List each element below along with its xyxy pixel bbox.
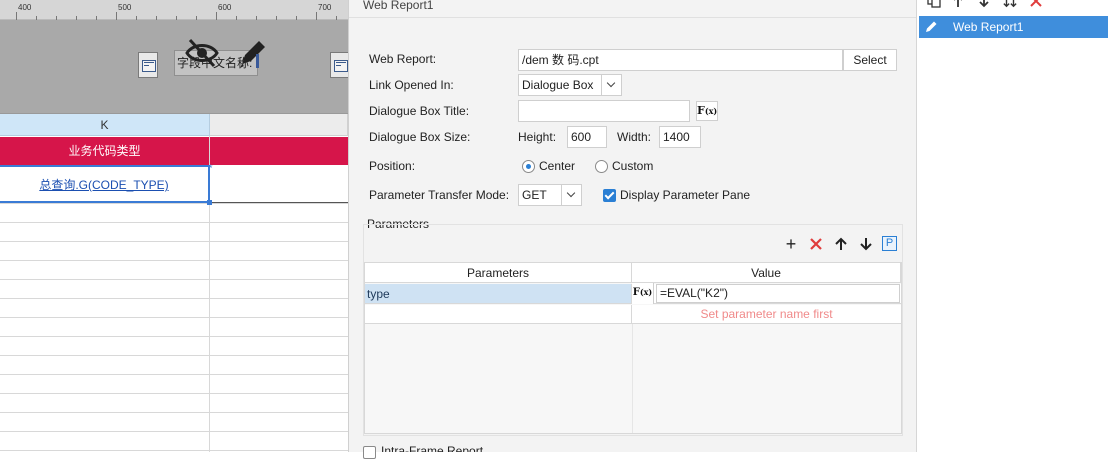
height-input[interactable]: 600 bbox=[567, 126, 607, 148]
cell-marker-icon: * bbox=[209, 163, 213, 173]
hyperlink-list-panel: Web Report1 bbox=[916, 0, 1108, 452]
ruler-label: 400 bbox=[18, 3, 32, 12]
chevron-down-icon bbox=[561, 185, 581, 205]
value-column-header[interactable]: Value bbox=[632, 263, 901, 283]
position-custom-label[interactable]: Custom bbox=[612, 159, 653, 173]
delete-icon[interactable] bbox=[808, 236, 824, 252]
width-label: Width: bbox=[617, 130, 652, 144]
position-label: Position: bbox=[369, 159, 416, 173]
height-label: Height: bbox=[518, 130, 557, 144]
parameters-column-header[interactable]: Parameters bbox=[365, 263, 632, 283]
position-custom-radio[interactable] bbox=[595, 160, 608, 173]
selected-cell[interactable]: 总查询.G(CODE_TYPE) bbox=[0, 165, 210, 203]
pencil-icon bbox=[926, 21, 937, 32]
widget-combo-icon-2[interactable] bbox=[330, 52, 348, 78]
widget-combo-icon[interactable] bbox=[138, 52, 158, 78]
parameter-p-icon[interactable]: P bbox=[882, 236, 897, 251]
link-opened-select[interactable]: Dialogue Box bbox=[518, 74, 622, 96]
ruler-label: 700 bbox=[318, 3, 332, 12]
width-input[interactable]: 1400 bbox=[659, 126, 701, 148]
delete-icon[interactable] bbox=[1029, 0, 1043, 8]
column-header-k[interactable]: K bbox=[0, 114, 210, 136]
dialog-box-title-input[interactable] bbox=[518, 100, 690, 122]
param-value-placeholder[interactable]: Set parameter name first bbox=[632, 305, 901, 324]
transfer-mode-select[interactable]: GET bbox=[518, 184, 582, 206]
transfer-mode-label: Parameter Transfer Mode: bbox=[369, 188, 510, 202]
dialog-title: Web Report1 bbox=[363, 0, 434, 12]
header-cell[interactable]: 业务代码类型 bbox=[0, 137, 209, 165]
move-down-icon[interactable] bbox=[858, 236, 874, 252]
dialog-box-size-label: Dialogue Box Size: bbox=[369, 130, 471, 144]
link-opened-value: Dialogue Box bbox=[522, 78, 594, 92]
move-up-icon[interactable] bbox=[951, 0, 965, 8]
sort-icon[interactable] bbox=[1003, 0, 1017, 8]
horizontal-ruler: 400 500 600 700 bbox=[0, 0, 348, 20]
chevron-down-icon bbox=[601, 75, 621, 95]
param-name-cell-empty[interactable] bbox=[365, 305, 632, 324]
display-pane-label[interactable]: Display Parameter Pane bbox=[620, 188, 750, 202]
text-cursor bbox=[256, 54, 259, 68]
hyperlink-item-web-report1[interactable]: Web Report1 bbox=[919, 16, 1108, 38]
dialog-box-title-label: Dialogue Box Title: bbox=[369, 104, 470, 118]
intra-frame-label[interactable]: Intra-Frame Report bbox=[381, 445, 483, 452]
web-report-dialog: Web Report1 Web Report: /dem 数 码.cpt Sel… bbox=[348, 0, 917, 459]
display-pane-checkbox[interactable] bbox=[603, 189, 616, 202]
param-value-cell[interactable]: F(x) =EVAL("K2") bbox=[632, 283, 901, 304]
parameter-pane-area: 字段中文名称: bbox=[0, 20, 348, 114]
copy-icon[interactable] bbox=[927, 0, 941, 8]
select-button[interactable]: Select bbox=[843, 49, 897, 71]
link-opened-label: Link Opened In: bbox=[369, 78, 454, 92]
transfer-mode-value: GET bbox=[522, 188, 547, 202]
move-up-icon[interactable] bbox=[833, 236, 849, 252]
web-report-path-input[interactable]: /dem 数 码.cpt bbox=[518, 49, 843, 71]
cell-formula-link[interactable]: 总查询.G(CODE_TYPE) bbox=[39, 178, 168, 192]
header-cell-next[interactable] bbox=[210, 137, 348, 165]
position-center-label[interactable]: Center bbox=[539, 159, 575, 173]
hyperlink-item-label: Web Report1 bbox=[953, 20, 1024, 34]
edit-pencil-icon[interactable] bbox=[236, 36, 268, 70]
hidden-eye-icon[interactable] bbox=[184, 36, 220, 70]
position-center-radio[interactable] bbox=[522, 160, 535, 173]
move-down-icon[interactable] bbox=[977, 0, 991, 8]
add-icon[interactable]: + bbox=[783, 235, 799, 253]
param-value-input[interactable]: =EVAL("K2") bbox=[656, 284, 900, 303]
intra-frame-checkbox[interactable] bbox=[363, 446, 376, 459]
parameters-table: Parameters Value type F(x) =EVAL("K2") S… bbox=[364, 262, 902, 434]
ruler-label: 500 bbox=[118, 3, 132, 12]
report-designer-canvas: 400 500 600 700 字段中文名称: K 业务代码类型 总查询.G(C… bbox=[0, 0, 348, 452]
web-report-label: Web Report: bbox=[369, 52, 437, 66]
ruler-label: 600 bbox=[218, 3, 232, 12]
formula-fx-icon[interactable]: F(x) bbox=[632, 283, 654, 304]
column-header-next[interactable] bbox=[210, 114, 348, 136]
formula-fx-icon[interactable]: F(x) bbox=[696, 101, 718, 121]
cell-resize-handle[interactable] bbox=[207, 200, 212, 205]
param-name-cell[interactable]: type bbox=[365, 284, 632, 304]
